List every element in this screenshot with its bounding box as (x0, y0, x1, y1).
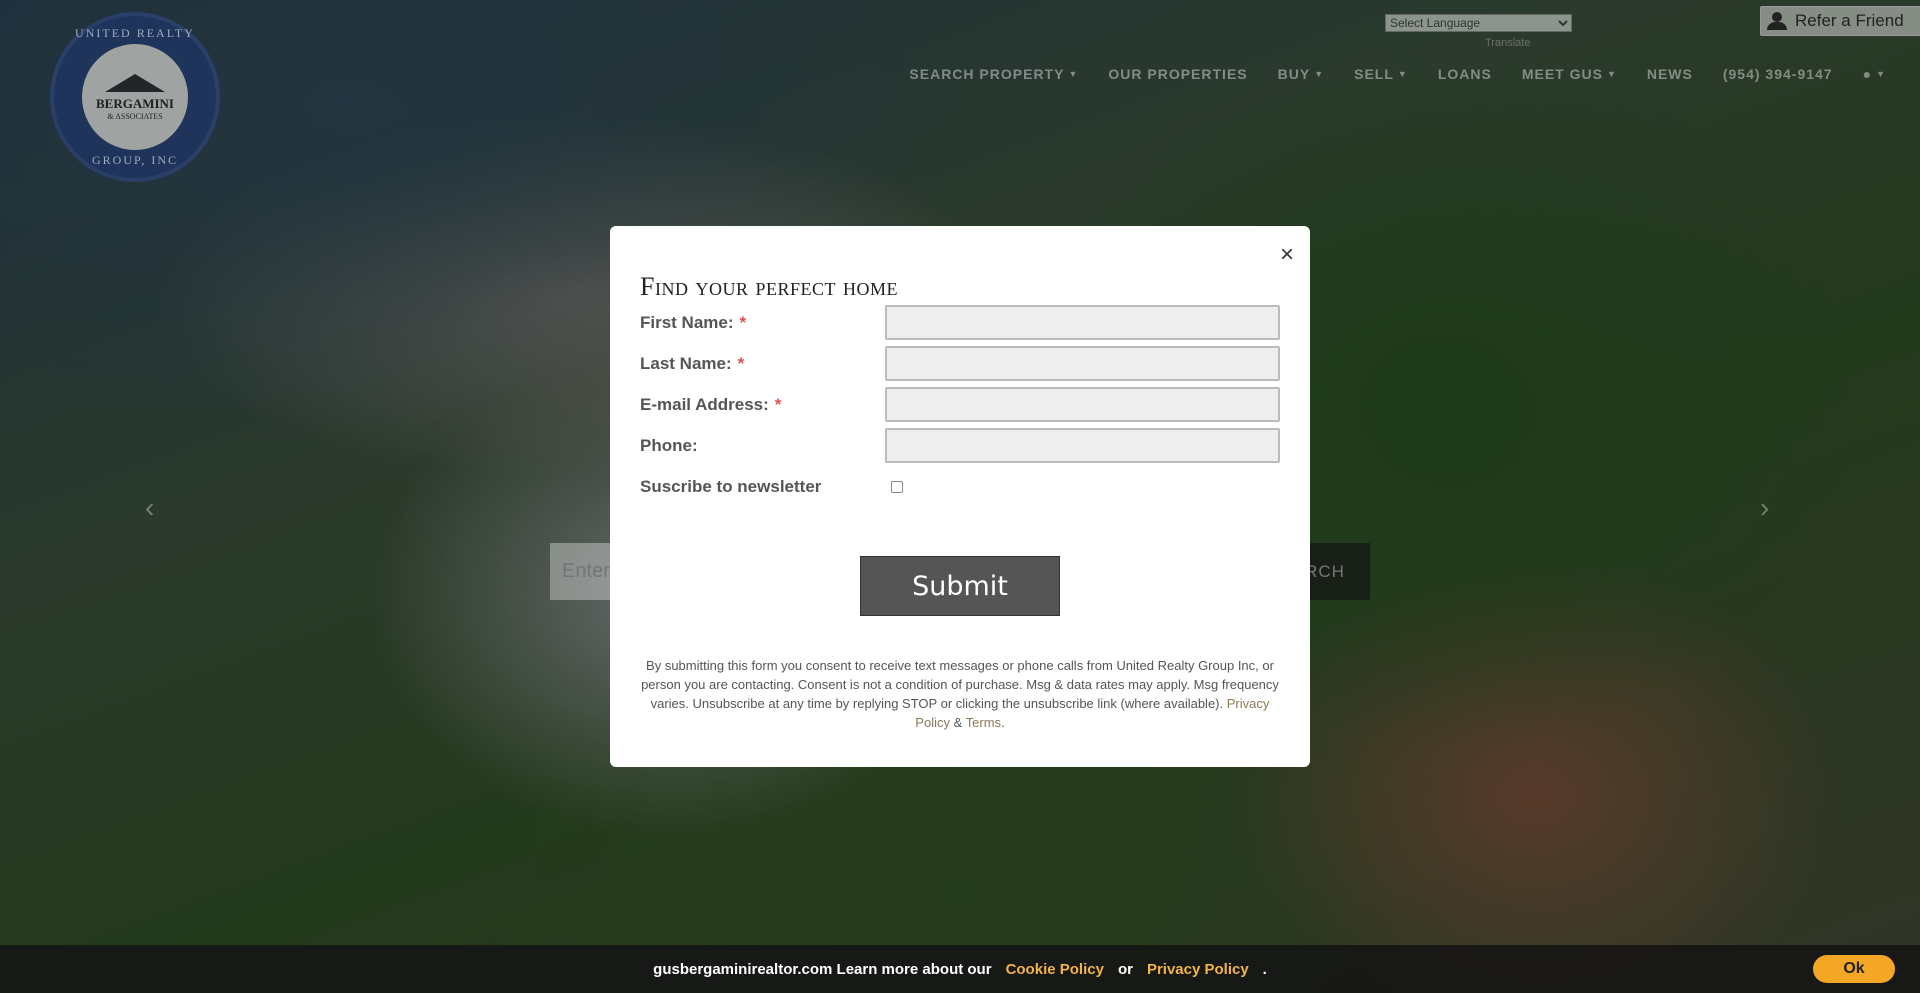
phone-row: Phone: (640, 425, 1280, 466)
disclaimer-text: By submitting this form you consent to r… (641, 658, 1279, 711)
newsletter-label: Suscribe to newsletter (640, 476, 822, 496)
submit-button[interactable]: Submit (860, 556, 1060, 616)
last-name-label: Last Name: * (640, 354, 885, 374)
first-name-label: First Name: * (640, 313, 885, 333)
first-name-row: First Name: * (640, 302, 1280, 343)
modal-title: Find your perfect home (640, 272, 898, 301)
logo-emblem: BERGAMINI & ASSOCIATES (79, 41, 191, 153)
nav-user-menu[interactable]: ● ▼ (1863, 66, 1886, 82)
nav-our-properties[interactable]: OUR PROPERTIES (1108, 66, 1247, 82)
required-mark: * (739, 312, 747, 332)
label-text: Last Name: (640, 353, 732, 373)
nav-sell[interactable]: SELL ▼ (1354, 66, 1408, 82)
caret-down-icon: ▼ (1068, 69, 1079, 79)
user-icon: ● (1862, 66, 1873, 82)
cookie-banner: gusbergaminirealtor.com Learn more about… (0, 945, 1920, 993)
label-text: E-mail Address: (640, 394, 769, 414)
nav-buy[interactable]: BUY ▼ (1278, 66, 1324, 82)
close-icon[interactable]: × (1280, 243, 1294, 267)
carousel-prev-icon[interactable]: ‹ (145, 492, 154, 524)
site-logo[interactable]: UNITED REALTY BERGAMINI & ASSOCIATES GRO… (50, 12, 220, 182)
period-text: . (1001, 715, 1005, 730)
cookie-text: gusbergaminirealtor.com Learn more about… (653, 960, 992, 978)
nav-label: MEET GUS (1521, 66, 1603, 82)
nav-phone[interactable]: (954) 394-9147 (1723, 66, 1833, 82)
nav-label: SEARCH PROPERTY (909, 66, 1065, 82)
email-label: E-mail Address: * (640, 395, 885, 415)
main-nav: SEARCH PROPERTY ▼ OUR PROPERTIES BUY ▼ SEL… (909, 66, 1886, 82)
logo-name: BERGAMINI (95, 95, 174, 111)
nav-news[interactable]: NEWS (1647, 66, 1693, 82)
nav-label: OUR PROPERTIES (1108, 66, 1248, 82)
cookie-period: . (1262, 960, 1267, 978)
cookie-or-text: or (1117, 960, 1133, 978)
lead-form-modal: × Find your perfect home First Name: * La… (610, 226, 1310, 767)
last-name-field[interactable] (885, 346, 1280, 381)
first-name-field[interactable] (885, 305, 1280, 340)
language-select[interactable]: Select Language (1385, 14, 1572, 32)
logo-ring-text-top: UNITED REALTY (75, 26, 195, 40)
caret-down-icon: ▼ (1397, 69, 1408, 79)
refer-friend-label: Refer a Friend (1795, 11, 1904, 30)
required-mark: * (737, 353, 745, 373)
and-text: & (953, 715, 963, 730)
email-field[interactable] (885, 387, 1280, 422)
house-icon (105, 73, 165, 92)
nav-search-property[interactable]: SEARCH PROPERTY ▼ (909, 66, 1078, 82)
nav-label: SELL (1354, 66, 1394, 82)
caret-down-icon: ▼ (1876, 69, 1886, 79)
cookie-ok-button[interactable]: Ok (1813, 955, 1895, 983)
label-text: First Name: (640, 312, 734, 332)
caret-down-icon: ▼ (1314, 69, 1325, 79)
nav-label: NEWS (1646, 66, 1693, 82)
consent-disclaimer: By submitting this form you consent to r… (640, 656, 1280, 732)
person-icon (1767, 12, 1789, 30)
nav-loans[interactable]: LOANS (1438, 66, 1492, 82)
nav-label: LOANS (1437, 66, 1492, 82)
last-name-row: Last Name: * (640, 343, 1280, 384)
logo-ring-text-bottom: GROUP, INC (91, 153, 178, 167)
cookie-policy-link[interactable]: Cookie Policy (1006, 961, 1104, 978)
nav-meet-gus[interactable]: MEET GUS ▼ (1522, 66, 1617, 82)
phone-field[interactable] (885, 428, 1280, 463)
logo-subtitle: & ASSOCIATES (107, 111, 163, 121)
newsletter-checkbox[interactable] (891, 480, 903, 493)
caret-down-icon: ▼ (1606, 69, 1617, 79)
email-row: E-mail Address: * (640, 384, 1280, 425)
nav-label: (954) 394-9147 (1722, 66, 1833, 82)
refer-friend-button[interactable]: Refer a Friend (1760, 6, 1920, 36)
nav-label: BUY (1277, 66, 1311, 82)
cookie-privacy-link[interactable]: Privacy Policy (1147, 961, 1249, 978)
phone-label: Phone: (640, 435, 698, 455)
carousel-next-icon[interactable]: › (1760, 492, 1769, 524)
translate-label: Translate (1485, 37, 1531, 49)
required-mark: * (774, 394, 782, 414)
terms-link[interactable]: Terms (966, 715, 1001, 730)
newsletter-row: Suscribe to newsletter (640, 466, 1280, 507)
